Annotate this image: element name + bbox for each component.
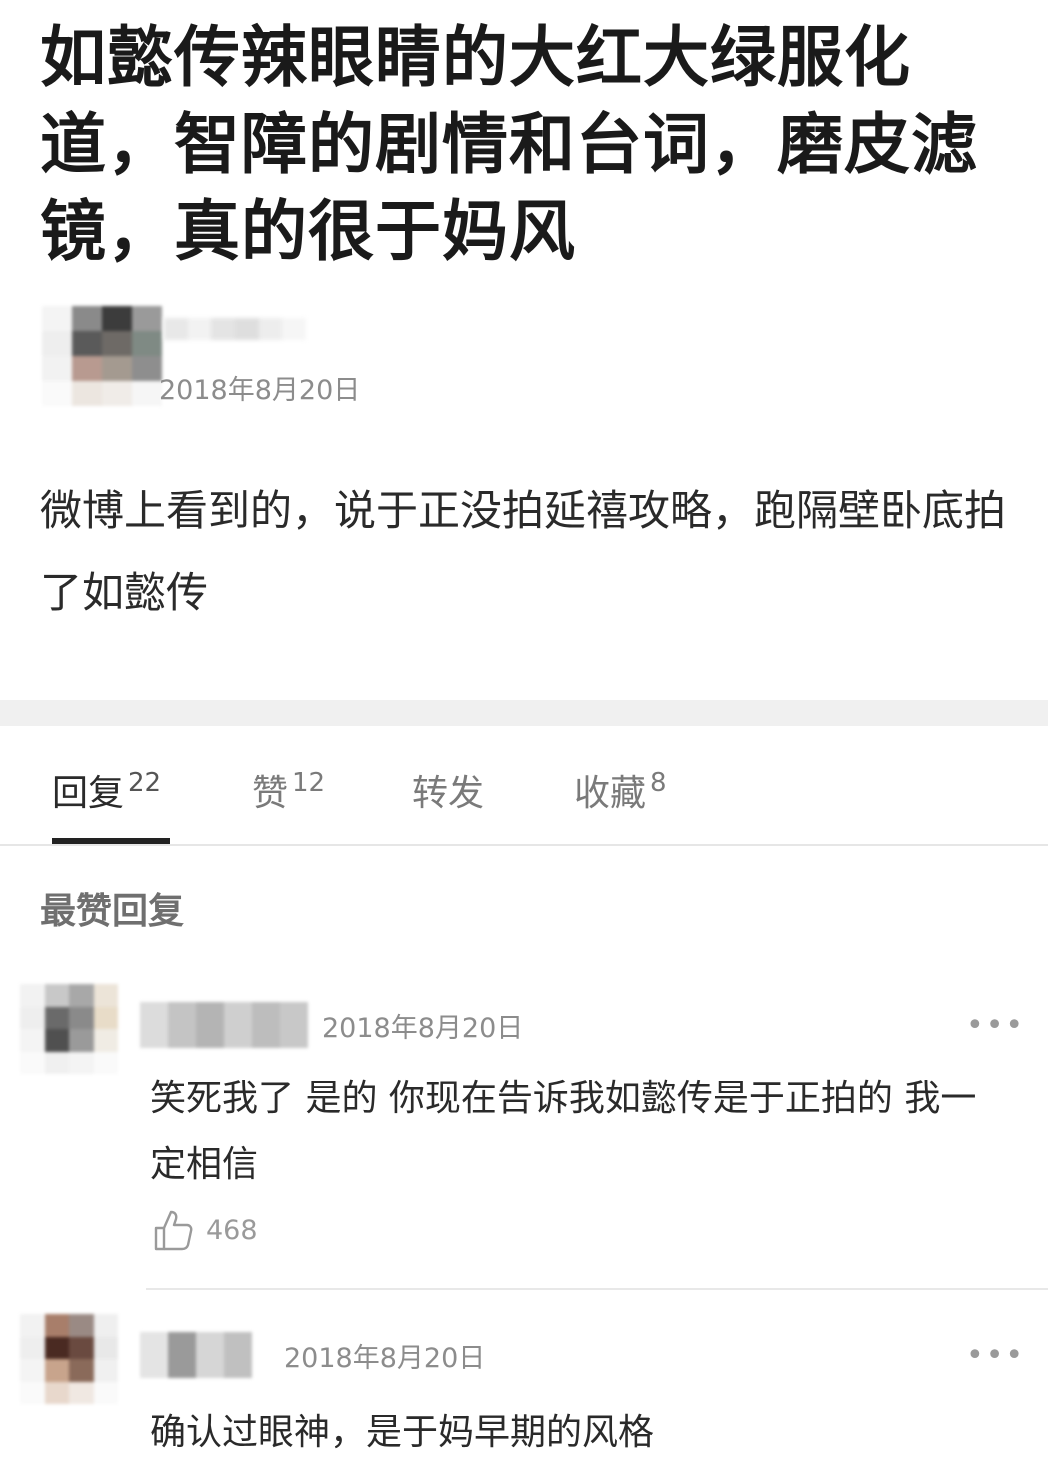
comment-date: 2018年8月20日 xyxy=(322,1013,524,1044)
tab-replies[interactable]: 回复 22 xyxy=(52,764,161,816)
tab-reposts[interactable]: 转发 xyxy=(412,764,484,816)
more-dots-icon[interactable]: ••• xyxy=(966,1338,1025,1373)
comment-date: 2018年8月20日 xyxy=(284,1343,486,1374)
tab-likes[interactable]: 赞 12 xyxy=(252,764,325,816)
tab-likes-count: 12 xyxy=(292,768,326,798)
like-button[interactable]: 468 xyxy=(152,1208,258,1252)
like-count: 468 xyxy=(206,1214,258,1246)
commenter-avatar[interactable] xyxy=(20,1314,118,1404)
comment-item: 2018年8月20日 ••• 确认过眼神，是于妈早期的风格 xyxy=(0,1314,1048,1464)
commenter-name-redacted xyxy=(140,1002,308,1048)
tab-favorites-count: 8 xyxy=(650,768,667,798)
post-author: 2018年8月20日 xyxy=(22,282,1022,422)
author-avatar[interactable] xyxy=(42,306,162,406)
section-divider xyxy=(0,700,1048,726)
comment-text: 确认过眼神，是于妈早期的风格 xyxy=(150,1412,655,1453)
tab-bar: 回复 22 赞 12 转发 收藏 8 xyxy=(0,726,1048,846)
commenter-avatar[interactable] xyxy=(20,984,118,1074)
comment-text: 笑死我了 是的 你现在告诉我如懿传是于正拍的 我一定相信 xyxy=(150,1078,977,1185)
post-date: 2018年8月20日 xyxy=(159,375,361,406)
comment-item: 2018年8月20日 ••• 笑死我了 是的 你现在告诉我如懿传是于正拍的 我一… xyxy=(0,984,1048,1294)
comment-separator xyxy=(146,1288,1048,1290)
thumbs-up-icon xyxy=(154,1210,193,1251)
more-dots-icon[interactable]: ••• xyxy=(966,1008,1025,1043)
top-replies-heading: 最赞回复 xyxy=(40,891,185,932)
tab-favorites-label: 收藏 xyxy=(574,773,647,814)
post-title: 如懿传辣眼睛的大红大绿服化道，智障的剧情和台词，磨皮滤镜，真的很于妈风 xyxy=(40,19,978,270)
commenter-name-redacted xyxy=(140,1332,252,1378)
tab-replies-count: 22 xyxy=(128,768,162,798)
tab-favorites[interactable]: 收藏 8 xyxy=(574,764,667,816)
post-body: 微博上看到的，说于正没拍延禧攻略，跑隔壁卧底拍了如懿传 xyxy=(40,486,1007,617)
active-tab-indicator xyxy=(52,838,170,844)
tab-replies-label: 回复 xyxy=(52,773,125,814)
tab-likes-label: 赞 xyxy=(252,773,289,814)
author-name-redacted xyxy=(164,318,307,340)
tab-reposts-label: 转发 xyxy=(412,773,485,814)
